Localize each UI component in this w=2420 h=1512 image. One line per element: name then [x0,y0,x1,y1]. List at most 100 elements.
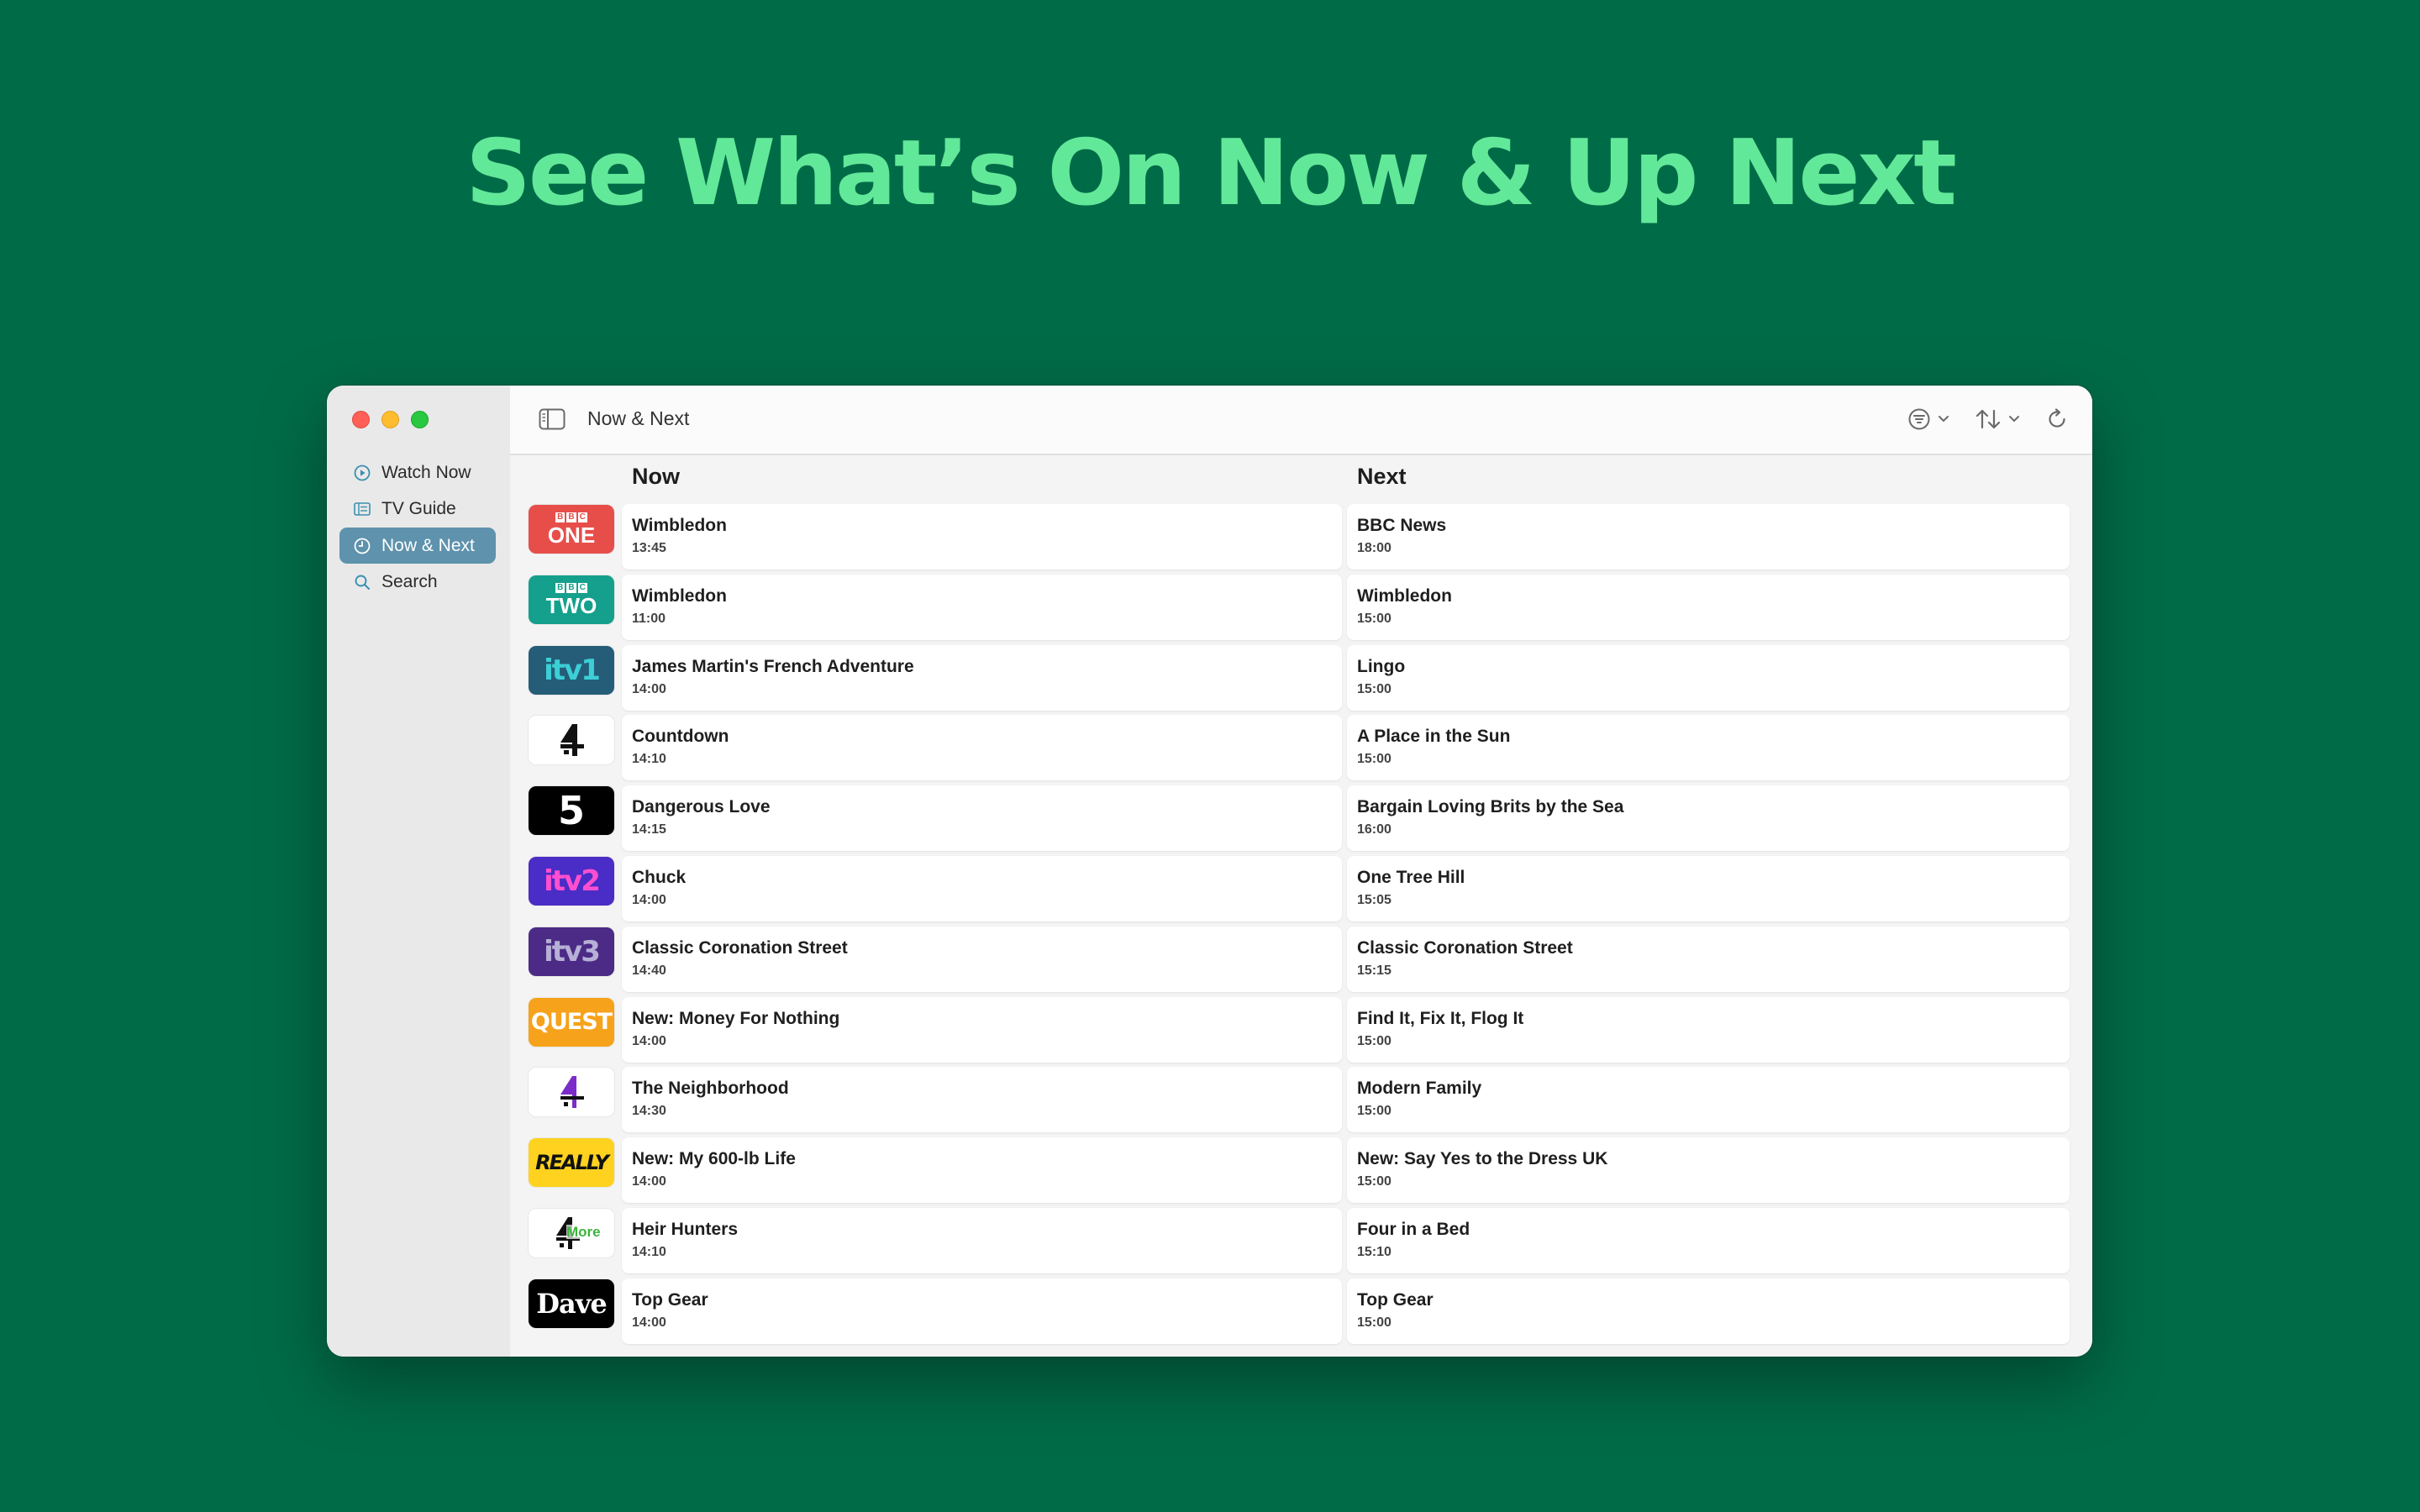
minimize-window-button[interactable] [381,411,399,428]
e4-icon [560,1076,584,1109]
sidebar-item-now-next[interactable]: Now & Next [339,528,496,564]
itv3-logo: itv3 [529,927,614,976]
programme-title: BBC News [1357,516,1447,535]
next-programme-cell[interactable]: A Place in the Sun 15:00 [1347,715,2070,781]
refresh-button[interactable] [2045,404,2069,434]
sidebar-nav: Watch Now TV Guide Now & Next Search [339,454,496,601]
programme-title: Wimbledon [632,516,727,535]
now-next-list: Now Next B B C ONE Wimbledon 13:45 BBC N… [510,455,2092,1357]
channel-rows: B B C ONE Wimbledon 13:45 BBC News 18:00 [529,504,2072,1349]
now-programme-cell[interactable]: New: Money For Nothing 14:00 [622,996,1342,1063]
logo-text: itv1 [544,653,601,687]
programme-title: A Place in the Sun [1357,727,1511,747]
refresh-icon [2049,408,2065,428]
programme-title: Classic Coronation Street [1357,937,1573,958]
page-title: Now & Next [587,407,690,429]
programme-time: 15:00 [1357,681,1392,696]
channel-row: Dave Top Gear 14:00 Top Gear 15:00 [529,1278,2072,1346]
now-programme-cell[interactable]: Top Gear 14:00 [622,1278,1342,1344]
programme-title: Find It, Fix It, Flog It [1357,1008,1524,1028]
programme-title: Dangerous Love [632,797,771,817]
logo-text: REALLY [535,1151,609,1175]
next-programme-cell[interactable]: New: Say Yes to the Dress UK 15:00 [1347,1137,2070,1204]
filter-icon [1908,408,1930,430]
next-programme-cell[interactable]: Bargain Loving Brits by the Sea 16:00 [1347,785,2070,852]
sidebar-item-watch-now[interactable]: Watch Now [339,454,496,491]
programme-time: 14:00 [632,1174,666,1189]
next-programme-cell[interactable]: Modern Family 15:00 [1347,1067,2070,1133]
now-programme-cell[interactable]: James Martin's French Adventure 14:00 [622,644,1342,711]
programme-time: 15:00 [1357,1104,1392,1119]
channel-row: B B C TWO Wimbledon 11:00 Wimbledon 15:0… [529,574,2072,642]
dave-logo: Dave [529,1278,614,1328]
programme-title: James Martin's French Adventure [632,656,914,676]
programme-title: Chuck [632,867,687,887]
clock-icon [353,537,371,555]
programme-time: 14:00 [632,892,666,907]
programme-title: Wimbledon [632,585,727,606]
channel-row: The Neighborhood 14:30 Modern Family 15:… [529,1067,2072,1134]
now-programme-cell[interactable]: Wimbledon 11:00 [622,574,1342,640]
channel-row: itv1 James Martin's French Adventure 14:… [529,644,2072,712]
sort-menu-button[interactable] [1975,404,2020,434]
really-logo: REALLY [529,1138,614,1188]
programme-title: Lingo [1357,656,1406,676]
channel-5-logo: 5 [529,786,614,836]
now-programme-cell[interactable]: Dangerous Love 14:15 [622,785,1342,852]
channel-row: 5 Dangerous Love 14:15 Bargain Loving Br… [529,785,2072,853]
chevron-down-icon [2009,416,2019,423]
next-programme-cell[interactable]: Wimbledon 15:00 [1347,574,2070,640]
programme-title: Top Gear [632,1289,708,1310]
next-programme-cell[interactable]: One Tree Hill 15:05 [1347,855,2070,921]
sidebar-item-label: Search [381,572,438,591]
sidebar-item-label: Now & Next [381,535,475,555]
next-programme-cell[interactable]: BBC News 18:00 [1347,504,2070,570]
channel-row: More Heir Hunters 14:10 Four in a Bed 15… [529,1207,2072,1275]
next-programme-cell[interactable]: Top Gear 15:00 [1347,1278,2070,1344]
toolbar: Now & Next [510,386,2092,455]
app-window: Watch Now TV Guide Now & Next Search Now… [327,386,2092,1357]
programme-time: 16:00 [1357,822,1392,837]
e4-logo [529,1068,614,1117]
main-pane: Now & Next Now Next B B C ONE Wimbledon … [510,386,2092,1357]
filter-menu-button[interactable] [1907,404,1949,434]
channel-row: REALLY New: My 600-lb Life 14:00 New: Sa… [529,1137,2072,1205]
sidebar-item-search[interactable]: Search [339,564,496,601]
sidebar-item-label: Watch Now [381,462,471,482]
bbc-two-logo: B B C TWO [529,575,614,624]
now-programme-cell[interactable]: Countdown 14:10 [622,715,1342,781]
now-programme-cell[interactable]: Classic Coronation Street 14:40 [622,926,1342,992]
next-programme-cell[interactable]: Lingo 15:00 [1347,644,2070,711]
zoom-window-button[interactable] [411,411,429,428]
programme-time: 14:40 [632,963,666,978]
programme-time: 15:00 [1357,1033,1392,1048]
programme-time: 15:00 [1357,611,1392,626]
itv2-logo: itv2 [529,856,614,906]
close-window-button[interactable] [352,411,370,428]
programme-title: Bargain Loving Brits by the Sea [1357,797,1624,817]
now-programme-cell[interactable]: Chuck 14:00 [622,855,1342,921]
channel-row: itv2 Chuck 14:00 One Tree Hill 15:05 [529,855,2072,923]
logo-text: itv2 [544,864,601,898]
sidebar-item-tv-guide[interactable]: TV Guide [339,491,496,528]
programme-title: New: Money For Nothing [632,1008,840,1028]
now-programme-cell[interactable]: Heir Hunters 14:10 [622,1207,1342,1273]
column-header-next: Next [1357,464,1407,489]
next-programme-cell[interactable]: Find It, Fix It, Flog It 15:00 [1347,996,2070,1063]
programme-title: Countdown [632,727,729,747]
now-programme-cell[interactable]: Wimbledon 13:45 [622,504,1342,570]
programme-time: 15:00 [1357,752,1392,767]
programme-title: Heir Hunters [632,1219,739,1239]
programme-time: 11:00 [632,611,666,626]
window-controls [352,411,429,428]
channel-4-icon [560,724,584,757]
now-programme-cell[interactable]: The Neighborhood 14:30 [622,1067,1342,1133]
programme-time: 15:10 [1357,1244,1392,1259]
next-programme-cell[interactable]: Classic Coronation Street 15:15 [1347,926,2070,992]
now-programme-cell[interactable]: New: My 600-lb Life 14:00 [622,1137,1342,1204]
logo-text: QUEST [530,1009,613,1036]
more4-logo: More [529,1208,614,1257]
sidebar-toggle-icon[interactable] [539,408,566,430]
programme-title: Four in a Bed [1357,1219,1470,1239]
next-programme-cell[interactable]: Four in a Bed 15:10 [1347,1207,2070,1273]
